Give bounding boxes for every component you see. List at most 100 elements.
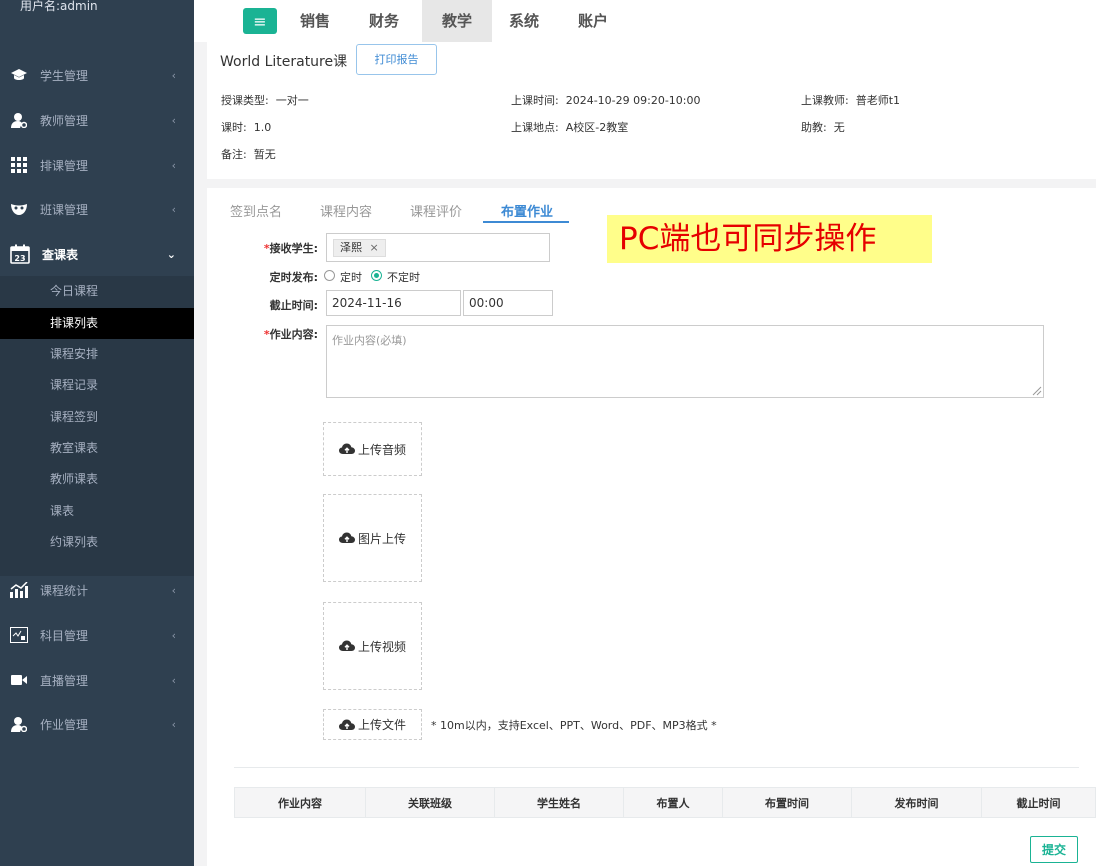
- submenu-booking-list[interactable]: 约课列表: [0, 527, 194, 558]
- homework-content-textarea[interactable]: 作业内容(必填): [326, 325, 1044, 398]
- chip-label: 泽熙: [340, 241, 362, 254]
- upload-audio-button[interactable]: 上传音频: [323, 422, 422, 476]
- user-task-icon: [10, 715, 28, 733]
- mask-icon: [10, 200, 28, 218]
- nav-label: 直播管理: [40, 673, 89, 688]
- course-info-panel: World Literature课 打印报告 授课类型: 一对一 上课时间: 2…: [207, 42, 1096, 179]
- chevron-left-icon: ‹: [171, 158, 176, 172]
- nav-live-management[interactable]: 直播管理 ‹: [0, 658, 194, 702]
- chevron-left-icon: ‹: [171, 628, 176, 642]
- content-label: *作业内容:: [228, 326, 318, 342]
- nav-student-management[interactable]: 学生管理 ‹: [0, 53, 194, 97]
- column-header: 学生姓名: [495, 788, 624, 817]
- submenu-course-records[interactable]: 课程记录: [0, 370, 194, 401]
- active-tab-indicator: [483, 221, 569, 223]
- nav-label: 科目管理: [40, 628, 89, 643]
- submenu-today-courses[interactable]: 今日课程: [0, 276, 194, 307]
- chevron-left-icon: ‹: [171, 717, 176, 731]
- upload-label: 上传视频: [357, 639, 406, 654]
- chip-remove-icon[interactable]: ×: [370, 241, 379, 254]
- tab-checkin[interactable]: 签到点名: [230, 201, 282, 220]
- upload-video-button[interactable]: 上传视频: [323, 602, 422, 690]
- top-tab-finance[interactable]: 财务: [356, 0, 412, 42]
- upload-file-button[interactable]: 上传文件: [323, 709, 422, 740]
- submenu-classroom-timetable[interactable]: 教室课表: [0, 433, 194, 464]
- nav-label: 班课管理: [40, 202, 89, 217]
- homework-table-header: 作业内容 关联班级 学生姓名 布置人 布置时间 发布时间 截止时间: [234, 787, 1096, 818]
- upload-image-button[interactable]: 图片上传: [323, 494, 422, 582]
- lesson-location: 上课地点: A校区-2教室: [511, 119, 628, 135]
- nav-teacher-management[interactable]: 教师管理 ‹: [0, 98, 194, 142]
- top-tab-account[interactable]: 账户: [565, 0, 621, 42]
- upload-label: 图片上传: [357, 531, 406, 546]
- nav-schedule-management[interactable]: 排课管理 ‹: [0, 143, 194, 187]
- tab-course-content[interactable]: 课程内容: [320, 201, 372, 220]
- timetable-submenu: 今日课程 排课列表 课程安排 课程记录 课程签到 教室课表 教师课表 课表 约课…: [0, 276, 194, 576]
- radio-unscheduled[interactable]: [371, 270, 382, 281]
- course-title: World Literature课: [220, 54, 348, 70]
- menu-icon: ≡: [253, 11, 267, 31]
- nav-label: 排课管理: [40, 158, 89, 173]
- chevron-left-icon: ‹: [171, 583, 176, 597]
- print-report-button[interactable]: 打印报告: [356, 44, 437, 75]
- tab-course-evaluation[interactable]: 课程评价: [410, 201, 462, 220]
- cloud-upload-icon: [338, 532, 355, 544]
- formula-icon: [10, 626, 28, 644]
- teacher-icon: [10, 111, 28, 129]
- hamburger-menu-button[interactable]: ≡: [243, 8, 277, 34]
- cloud-upload-icon: [338, 443, 355, 455]
- column-header: 关联班级: [366, 788, 495, 817]
- graduation-cap-icon: [10, 66, 28, 84]
- info-value: 无: [833, 121, 845, 134]
- deadline-label: 截止时间:: [269, 299, 318, 312]
- chevron-left-icon: ‹: [171, 113, 176, 127]
- label-text: 作业内容:: [269, 328, 318, 341]
- chevron-left-icon: ‹: [171, 202, 176, 216]
- radio-unscheduled-label: 不定时: [387, 271, 420, 284]
- submenu-course-checkin[interactable]: 课程签到: [0, 402, 194, 433]
- submenu-teacher-timetable[interactable]: 教师课表: [0, 464, 194, 495]
- deadline-time-input[interactable]: 00:00: [463, 290, 553, 316]
- top-tab-teaching[interactable]: 教学: [422, 0, 492, 42]
- submenu-schedule-list[interactable]: 排课列表: [0, 308, 194, 339]
- cloud-upload-icon: [338, 640, 355, 652]
- lesson-hours: 课时: 1.0: [221, 119, 271, 135]
- info-value: 暂无: [253, 148, 276, 161]
- top-tab-sales[interactable]: 销售: [287, 0, 343, 42]
- nav-homework-management[interactable]: 作业管理 ‹: [0, 702, 194, 746]
- student-select[interactable]: 泽熙 ×: [326, 233, 550, 262]
- info-label: 上课时间:: [511, 94, 559, 107]
- column-header: 发布时间: [852, 788, 982, 817]
- nav-label: 教师管理: [40, 113, 89, 128]
- info-value: 普老师t1: [855, 94, 901, 107]
- chevron-left-icon: ‹: [171, 673, 176, 687]
- submenu-timetable[interactable]: 课表: [0, 496, 194, 527]
- calendar-day-text: 23: [14, 254, 25, 263]
- radio-scheduled[interactable]: [324, 270, 335, 281]
- textarea-placeholder: 作业内容(必填): [332, 334, 407, 347]
- student-label: *接收学生:: [228, 240, 318, 256]
- lesson-teacher: 上课教师: 普老师t1: [801, 92, 900, 108]
- divider: [234, 767, 1079, 768]
- nav-view-timetable[interactable]: 23 查课表 ⌄: [0, 232, 194, 276]
- resize-handle-icon[interactable]: [1032, 386, 1042, 396]
- radio-scheduled-label: 定时: [340, 271, 362, 284]
- calendar-icon: 23: [10, 244, 30, 264]
- submenu-course-arrangement[interactable]: 课程安排: [0, 339, 194, 370]
- submit-button[interactable]: 提交: [1030, 836, 1078, 863]
- column-header: 截止时间: [1016, 796, 1061, 810]
- top-tab-system[interactable]: 系统: [496, 0, 552, 42]
- username-label: 用户名:admin: [20, 0, 98, 13]
- deadline-date-input[interactable]: 2024-11-16: [326, 290, 461, 316]
- chevron-left-icon: ‹: [171, 68, 176, 82]
- info-label: 备注:: [221, 148, 247, 161]
- nav-label: 作业管理: [40, 717, 89, 732]
- sidebar: 用户名:admin 学生管理 ‹ 教师管理 ‹ 排课管理 ‹ 班课管理 ‹ 23…: [0, 0, 194, 866]
- lesson-note: 备注: 暂无: [221, 146, 276, 162]
- tab-assign-homework[interactable]: 布置作业: [501, 201, 553, 220]
- info-value: A校区-2教室: [565, 121, 629, 134]
- nav-course-statistics[interactable]: 课程统计 ‹: [0, 568, 194, 612]
- nav-subject-management[interactable]: 科目管理 ‹: [0, 613, 194, 657]
- nav-class-management[interactable]: 班课管理 ‹: [0, 187, 194, 231]
- label-text: 接收学生:: [269, 242, 318, 255]
